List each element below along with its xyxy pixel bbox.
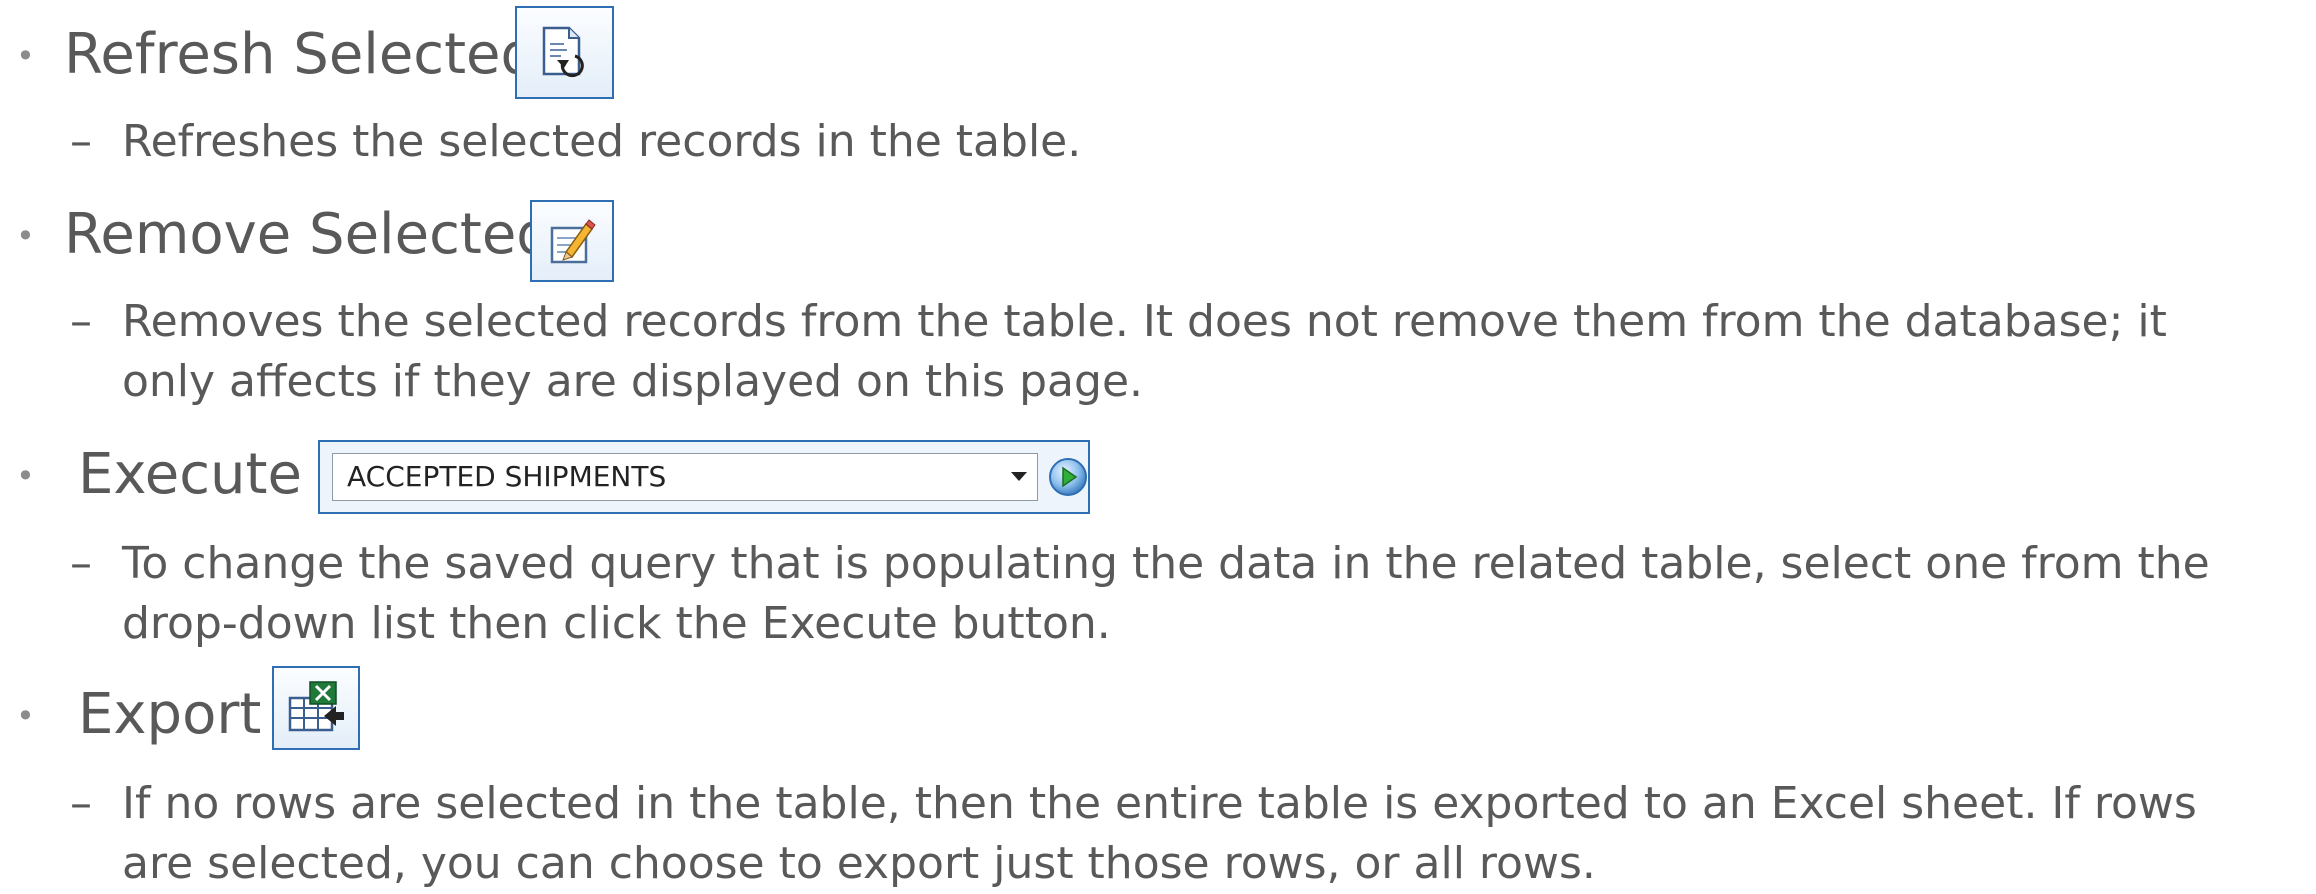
refresh-selected-icon [542, 26, 584, 78]
dash: – [70, 116, 92, 167]
remove-selected-heading: Remove Selected [64, 202, 552, 267]
chevron-down-icon [1011, 472, 1027, 481]
saved-query-control: ACCEPTED SHIPMENTS [318, 440, 1090, 514]
execute-heading: Execute [78, 442, 302, 507]
slide: • Refresh Selected – Refreshes the selec… [0, 0, 2316, 889]
dash: – [70, 296, 92, 347]
execute-go-icon [1049, 458, 1087, 496]
remove-selected-button[interactable] [530, 200, 614, 282]
export-description: If no rows are selected in the table, th… [122, 778, 2197, 889]
dash: – [70, 538, 92, 589]
export-heading: Export [78, 682, 262, 747]
export-excel-icon [288, 681, 344, 732]
execute-button[interactable] [1048, 455, 1088, 499]
execute-description: To change the saved query that is popula… [122, 538, 2210, 649]
bullet: • [16, 37, 35, 75]
export-button[interactable] [272, 666, 360, 750]
saved-query-selected-value: ACCEPTED SHIPMENTS [347, 460, 667, 493]
bullet: • [16, 217, 35, 255]
saved-query-select[interactable]: ACCEPTED SHIPMENTS [332, 453, 1038, 501]
dash: – [70, 778, 92, 829]
refresh-selected-heading: Refresh Selected [64, 22, 537, 87]
refresh-selected-button[interactable] [515, 6, 614, 99]
remove-selected-description: Removes the selected records from the ta… [122, 296, 2167, 407]
bullet: • [16, 697, 35, 735]
remove-selected-icon [550, 219, 596, 264]
bullet: • [16, 457, 35, 495]
refresh-selected-description: Refreshes the selected records in the ta… [122, 116, 1082, 167]
